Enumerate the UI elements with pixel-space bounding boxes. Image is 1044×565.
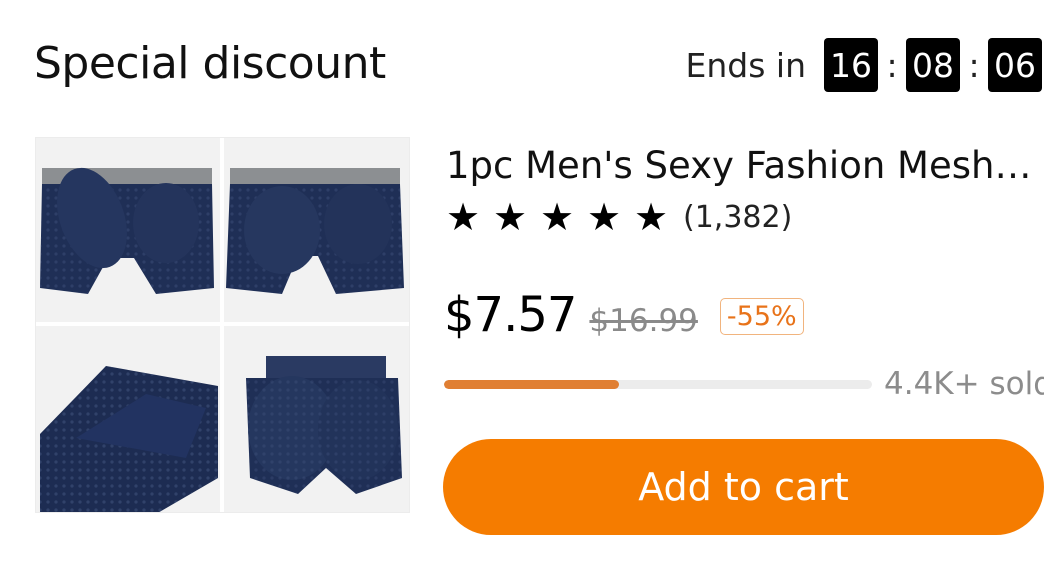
discount-badge: -55% <box>719 298 804 335</box>
price-row: $7.57 $16.99 -55% <box>444 287 804 343</box>
countdown-hours: 16 <box>824 38 878 92</box>
star-icon: ★ <box>634 195 669 239</box>
product-photo-grid-icon <box>36 138 409 512</box>
current-price: $7.57 <box>444 287 577 343</box>
add-to-cart-button[interactable]: Add to cart <box>443 439 1044 535</box>
star-icon: ★ <box>587 195 622 239</box>
original-price: $16.99 <box>589 303 698 339</box>
sold-progress-bar <box>444 380 872 389</box>
star-icon: ★ <box>493 195 528 239</box>
product-image[interactable] <box>35 137 410 513</box>
product-title[interactable]: 1pc Men's Sexy Fashion Mesh Padded Boxer… <box>446 144 1038 187</box>
star-icon: ★ <box>540 195 575 239</box>
product-rating: ★ ★ ★ ★ ★ (1,382) <box>446 198 792 236</box>
countdown-separator: : <box>886 45 898 85</box>
countdown-seconds: 06 <box>988 38 1042 92</box>
sold-progress-fill <box>444 380 620 389</box>
star-icon: ★ <box>446 195 481 239</box>
sold-count: 4.4K+ sold <box>884 366 1044 402</box>
countdown-timer: Ends in 16 : 08 : 06 <box>686 38 1042 92</box>
countdown-separator: : <box>968 45 980 85</box>
section-title: Special discount <box>34 38 386 89</box>
review-count[interactable]: (1,382) <box>683 200 792 235</box>
countdown-minutes: 08 <box>906 38 960 92</box>
countdown-label: Ends in <box>685 45 806 85</box>
